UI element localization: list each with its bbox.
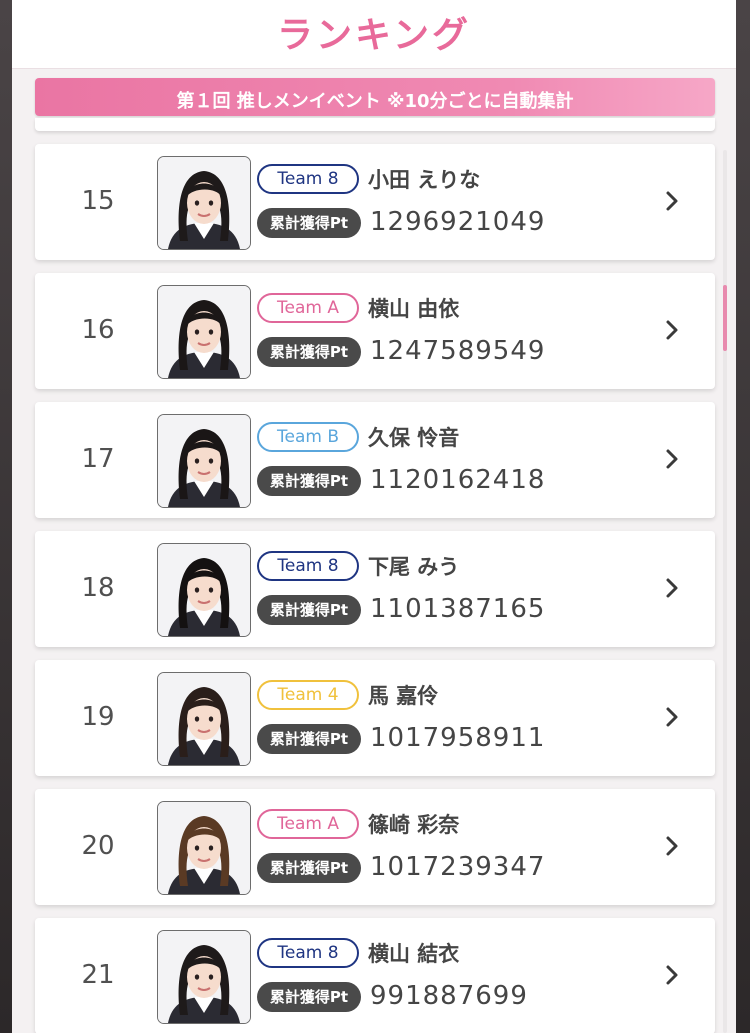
member-photo [157,285,251,379]
team-badge: Team B [257,422,359,452]
rank-number: 17 [81,444,115,474]
ranking-list: 15 Team 8 小田 えりな 累計獲得Pt 1296921049 16 Team A 横山… [12,118,736,1033]
member-name: 横山 由依 [368,297,460,321]
header: ランキング [12,0,736,69]
member-name: 馬 嘉伶 [368,684,439,708]
member-name: 小田 えりな [368,168,481,192]
points-value: 1247589549 [370,336,546,366]
cumulative-points-label: 累計獲得Pt [257,595,361,625]
scrollbar-thumb[interactable] [723,285,727,351]
cumulative-points-label: 累計獲得Pt [257,982,361,1012]
page-title: ランキング [277,15,471,56]
ranking-row[interactable]: 20 Team A 篠崎 彩奈 累計獲得Pt 1017239347 [35,789,715,905]
rank-number: 16 [81,315,115,345]
team-badge: Team 4 [257,680,359,710]
scrollbar-track[interactable] [723,150,727,1033]
event-banner-text: 第１回 推しメンイベント ※10分ごとに自動集計 [176,91,574,112]
points-value: 1101387165 [370,594,546,624]
ranking-row[interactable]: 19 Team 4 馬 嘉伶 累計獲得Pt 1017958911 [35,660,715,776]
background-right [736,0,750,1033]
chevron-right-icon[interactable] [665,319,679,341]
ranking-panel: ランキング 第１回 推しメンイベント ※10分ごとに自動集計 15 Team 8 小… [12,0,736,1033]
member-name: 横山 結衣 [368,942,460,966]
previous-card-edge [35,118,715,131]
member-name: 下尾 みう [368,555,460,579]
team-badge: Team 8 [257,164,359,194]
chevron-right-icon[interactable] [665,964,679,986]
member-name: 篠崎 彩奈 [368,813,460,837]
team-badge: Team 8 [257,938,359,968]
member-name: 久保 怜音 [368,426,460,450]
rank-number: 21 [81,960,115,990]
ranking-row[interactable]: 16 Team A 横山 由依 累計獲得Pt 1247589549 [35,273,715,389]
rank-number: 15 [81,186,115,216]
points-value: 1017958911 [370,723,546,753]
team-badge: Team 8 [257,551,359,581]
chevron-right-icon[interactable] [665,577,679,599]
rank-number: 18 [81,573,115,603]
points-value: 1296921049 [370,207,546,237]
points-value: 991887699 [370,981,528,1011]
ranking-row[interactable]: 18 Team 8 下尾 みう 累計獲得Pt 1101387165 [35,531,715,647]
cumulative-points-label: 累計獲得Pt [257,337,361,367]
background-left [0,0,12,1033]
cumulative-points-label: 累計獲得Pt [257,853,361,883]
member-photo [157,414,251,508]
cumulative-points-label: 累計獲得Pt [257,208,361,238]
rank-number: 20 [81,831,115,861]
cumulative-points-label: 累計獲得Pt [257,466,361,496]
chevron-right-icon[interactable] [665,190,679,212]
ranking-row[interactable]: 17 Team B 久保 怜音 累計獲得Pt 1120162418 [35,402,715,518]
chevron-right-icon[interactable] [665,448,679,470]
chevron-right-icon[interactable] [665,706,679,728]
member-photo [157,930,251,1024]
member-photo [157,672,251,766]
member-photo [157,156,251,250]
team-badge: Team A [257,809,359,839]
ranking-row[interactable]: 21 Team 8 横山 結衣 累計獲得Pt 991887699 [35,918,715,1033]
ranking-row[interactable]: 15 Team 8 小田 えりな 累計獲得Pt 1296921049 [35,144,715,260]
cumulative-points-label: 累計獲得Pt [257,724,361,754]
event-banner: 第１回 推しメンイベント ※10分ごとに自動集計 [35,78,715,116]
member-photo [157,801,251,895]
points-value: 1120162418 [370,465,546,495]
team-badge: Team A [257,293,359,323]
chevron-right-icon[interactable] [665,835,679,857]
member-photo [157,543,251,637]
rank-number: 19 [81,702,115,732]
points-value: 1017239347 [370,852,546,882]
